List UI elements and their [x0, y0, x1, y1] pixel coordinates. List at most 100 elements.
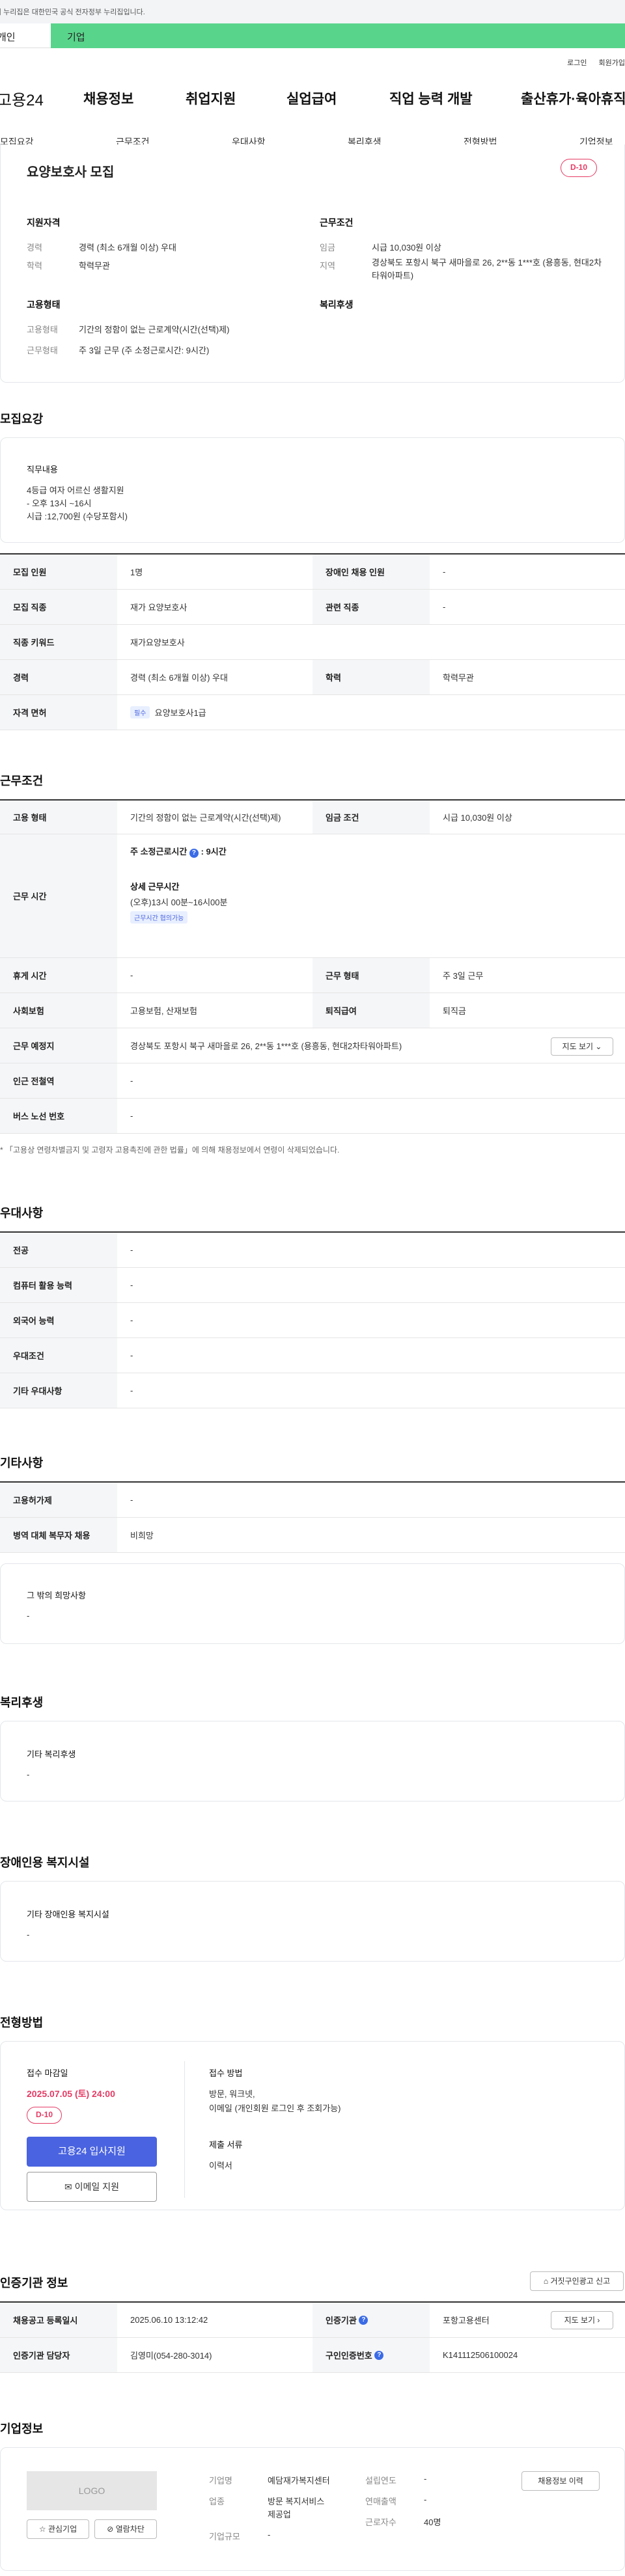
method-line-2: 이메일 (개인회원 로그인 후 조회가능): [209, 2103, 341, 2113]
table-header: 고용허가제: [0, 1483, 117, 1517]
gnb-item-jobs[interactable]: 채용정보: [83, 89, 133, 108]
detail-hours-heading: 상세 근무시간: [130, 882, 180, 892]
info-icon[interactable]: ?: [374, 2350, 384, 2360]
disability-card: 기타 장애인용 복지시설 -: [0, 1881, 625, 1962]
info-icon[interactable]: ?: [189, 849, 199, 858]
table-cell: 주 3일 근무: [443, 971, 484, 981]
join-link[interactable]: 회원가입: [599, 57, 625, 68]
mail-icon: ✉: [64, 2182, 72, 2192]
table-row: 인증기관 담당자 김영미(054-280-3014) 구인인증번호 ? K141…: [0, 2338, 625, 2373]
table-cell: -: [130, 1495, 133, 1505]
home-icon: ⌂: [543, 2277, 549, 2286]
table-header: 장애인 채용 인원: [312, 555, 430, 589]
fav-company-button[interactable]: ☆ 관심기업: [27, 2519, 89, 2539]
email-apply-button[interactable]: ✉ 이메일 지원: [27, 2172, 157, 2202]
dday-badge: D-10: [561, 159, 597, 177]
table-cell: -: [130, 970, 133, 980]
table-header: 근무 형태: [312, 958, 430, 993]
divider: [184, 2061, 185, 2198]
workshape-label: 근무형태: [27, 346, 58, 355]
gnb-item-training[interactable]: 직업 능력 개발: [389, 89, 473, 108]
map-button[interactable]: 지도 보기 ⌄: [551, 1037, 613, 1056]
site-logo[interactable]: 고용24: [0, 87, 44, 110]
table-cell: 김영미(054-280-3014): [130, 2351, 212, 2361]
other-wish-card: 그 밖의 희망사항 -: [0, 1563, 625, 1644]
emp-heading: 고용형태: [27, 299, 61, 310]
table-cell: 기간의 정함이 없는 근로계약(시간(선택)제): [130, 813, 281, 823]
duty-line-1: 4등급 여자 어르신 생활지원: [27, 486, 124, 495]
table-cell: 시급 10,030원 이상: [443, 813, 512, 823]
company-section-title: 기업정보: [0, 2422, 44, 2435]
gnb-item-support[interactable]: 취업지원: [186, 89, 236, 108]
info-icon[interactable]: ?: [359, 2315, 368, 2325]
gov-notice-text: 이 누리집은 대한민국 공식 전자정부 누리집입니다.: [0, 8, 145, 16]
table-header: 버스 노선 번호: [0, 1099, 117, 1133]
table-row: 경력 경력 (최소 6개월 이상) 우대 학력 학력무관: [0, 660, 625, 695]
disability-subheading: 기타 장애인용 복지시설: [27, 1910, 109, 1919]
method-line-1: 방문, 워크넷,: [209, 2089, 255, 2099]
disability-section-title: 장애인용 복지시설: [0, 1856, 90, 1869]
deadline-dday-badge: D-10: [27, 2107, 62, 2124]
table-cell: 재가 요양보호사: [130, 603, 188, 612]
industry-label: 업종: [209, 2497, 225, 2506]
table-row: 외국어 능력 -: [0, 1303, 625, 1338]
company-name-label: 기업명: [209, 2476, 232, 2486]
required-chip: 필수: [130, 706, 150, 719]
screening-card: 접수 마감일 2025.07.05 (토) 24:00 D-10 고용24 입사…: [0, 2041, 625, 2210]
weekly-hours: 주 소정근로시간 ? : 9시간: [130, 847, 227, 858]
table-header: 모집 직종: [0, 590, 117, 624]
pref-table: 전공 - 컴퓨터 활용 능력 - 외국어 능력 - 우대조건 - 기타 우대사항 -: [0, 1231, 625, 1408]
edu-label: 학력: [27, 261, 42, 271]
usertype-personal[interactable]: 개인: [0, 23, 51, 48]
report-button[interactable]: ⌂ 거짓구인광고 신고: [530, 2271, 624, 2291]
wage-value: 시급 10,030원 이상: [372, 243, 441, 253]
table-header: 경력: [0, 660, 117, 694]
gnb-item-benefit[interactable]: 실업급여: [286, 89, 337, 108]
negotiable-chip: 근무시간 협의가능: [130, 911, 188, 924]
recruit-table: 모집 인원 1명 장애인 채용 인원 - 모집 직종 재가 요양보호사 관련 직…: [0, 553, 625, 730]
table-cell: 경력 (최소 6개월 이상) 우대: [130, 673, 228, 683]
table-header: 구인인증번호 ?: [312, 2338, 430, 2372]
table-cell: -: [443, 602, 446, 612]
agency-map-button[interactable]: 지도 보기 ›: [551, 2311, 613, 2329]
table-cell: -: [130, 1350, 133, 1360]
emptype-value: 기간의 정함이 없는 근로계약(시간(선택)제): [79, 325, 230, 335]
email-apply-label: 이메일 지원: [74, 2182, 119, 2192]
disability-value: -: [27, 1930, 30, 1939]
industry-value-1: 방문 복지서비스: [268, 2497, 325, 2506]
detail-hours-value: (오후)13시 00분~16시00분: [130, 897, 228, 907]
welfare-value: -: [27, 1770, 30, 1779]
deadline-value: 2025.07.05 (토) 24:00: [27, 2089, 115, 2099]
size-label: 기업규모: [209, 2532, 240, 2542]
screening-section-title: 전형방법: [0, 2016, 44, 2029]
license-value: 요양보호사1급: [154, 708, 206, 718]
table-header: 인증기관 ?: [312, 2303, 430, 2337]
table-cell: -: [130, 1111, 133, 1121]
table-row: 채용공고 등록일시 2025.06.10 13:12:42 인증기관 ? 포항고…: [0, 2303, 625, 2338]
welfare-card: 기타 복리후생 -: [0, 1721, 625, 1802]
report-label: 거짓구인광고 신고: [550, 2277, 611, 2286]
global-nav: 고용24 채용정보 취업지원 실업급여 직업 능력 개발 출산휴가·육아휴직: [0, 85, 625, 113]
gov-banner: 이 누리집은 대한민국 공식 전자정부 누리집입니다.: [0, 0, 625, 23]
career-label: 경력: [27, 243, 42, 253]
chevron-right-icon: ›: [597, 2316, 600, 2325]
table-cell: -: [130, 1386, 133, 1395]
table-cell: -: [130, 1315, 133, 1325]
sales-label: 연매출액: [365, 2497, 396, 2506]
cond-section-title: 근무조건: [0, 774, 44, 788]
apply-button[interactable]: 고용24 입사지원: [27, 2137, 157, 2167]
agency-table: 채용공고 등록일시 2025.06.10 13:12:42 인증기관 ? 포항고…: [0, 2301, 625, 2373]
workshape-value: 주 3일 근무 (주 소정근로시간: 9시간): [79, 346, 210, 355]
login-link[interactable]: 로그인: [567, 57, 587, 68]
history-button[interactable]: 채용정보 이력: [521, 2471, 600, 2491]
edu-value: 학력무관: [79, 261, 110, 271]
sales-value: -: [424, 2495, 427, 2504]
location-label: 지역: [320, 261, 335, 271]
gnb-item-leave[interactable]: 출산휴가·육아휴직: [521, 89, 625, 108]
table-header: 사회보험: [0, 993, 117, 1028]
company-logo: LOGO: [27, 2471, 157, 2510]
table-row: 근무 시간 주 소정근로시간 ? : 9시간 상세 근무시간 (오후)13시 0…: [0, 834, 625, 958]
block-company-button[interactable]: ⊘ 열람차단: [94, 2519, 157, 2539]
block-label: 열람차단: [115, 2525, 145, 2534]
usertype-company[interactable]: 기업: [51, 23, 625, 48]
